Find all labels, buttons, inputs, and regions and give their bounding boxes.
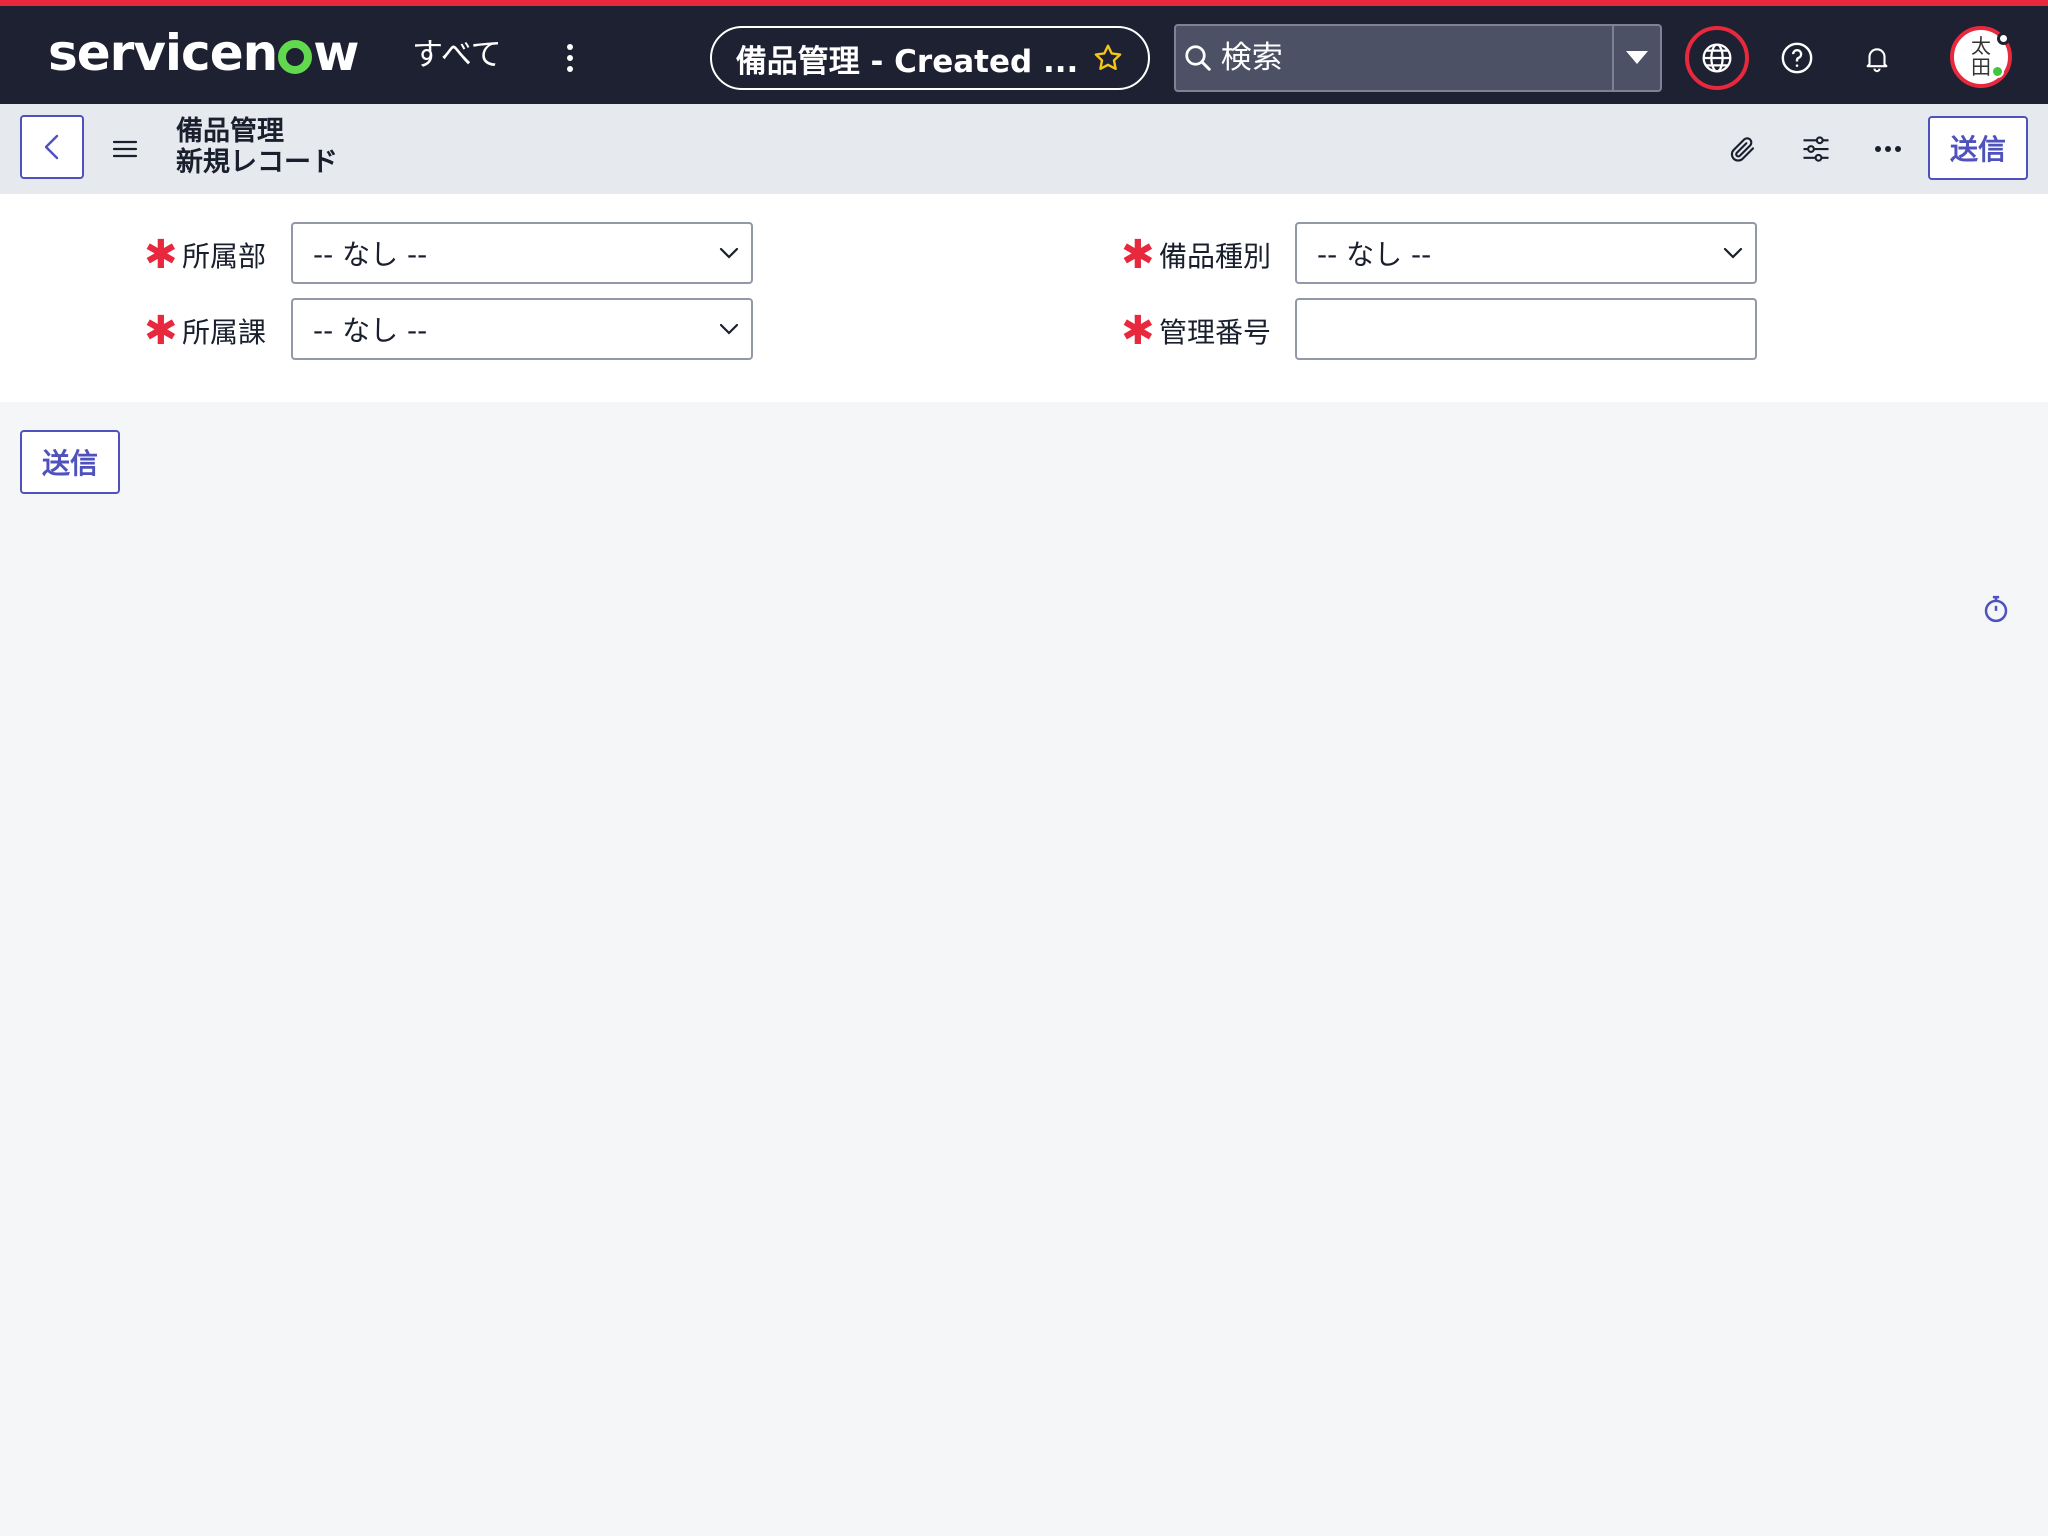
back-button[interactable] (20, 115, 84, 179)
field-department: ✱ 所属部 (144, 223, 266, 287)
department-select-value: -- なし -- (313, 238, 428, 271)
language-scope-button[interactable] (1685, 26, 1749, 90)
user-avatar[interactable]: 太 田 (1950, 26, 2012, 88)
stopwatch-icon[interactable] (1981, 594, 2011, 624)
required-asterisk-icon: ✱ (144, 308, 178, 354)
notifications-button[interactable] (1845, 26, 1909, 90)
star-outline-icon[interactable] (1092, 42, 1124, 74)
logo-text: servicen (48, 24, 278, 82)
help-button[interactable] (1765, 26, 1829, 90)
field-section: ✱ 所属課 (144, 299, 266, 363)
form-title: 備品管理 新規レコード (176, 116, 516, 178)
management-number-input[interactable] (1295, 298, 1757, 360)
more-actions-button[interactable] (1865, 126, 1911, 172)
help-icon (1781, 42, 1813, 74)
search-scope-dropdown[interactable] (1611, 26, 1660, 90)
chevron-down-icon (719, 247, 739, 259)
context-title: 備品管理 - Created ... (735, 43, 1079, 80)
section-select[interactable]: -- なし -- (291, 298, 753, 360)
form-body: ✱ 所属部 -- なし -- ✱ 所属課 -- なし -- ✱ 備品種別 -- … (0, 194, 2048, 402)
ellipsis-icon (1875, 146, 1901, 152)
field-equipment-type: ✱ 備品種別 (1121, 223, 1271, 287)
required-asterisk-icon: ✱ (1121, 232, 1155, 278)
field-management-number: ✱ 管理番号 (1121, 299, 1271, 363)
top-navigation-bar: servicen w すべて 備品管理 - Created ... 検索 太 田 (0, 0, 2048, 104)
global-search[interactable] (1174, 24, 1662, 92)
department-select[interactable]: -- なし -- (291, 222, 753, 284)
chevron-down-icon (1723, 247, 1743, 259)
servicenow-logo[interactable]: servicen w (48, 18, 359, 88)
status-ring-icon (1997, 32, 2010, 45)
field-label-section: 所属課 (182, 316, 267, 349)
submit-button-top[interactable]: 送信 (1928, 116, 2028, 180)
equipment-type-select[interactable]: -- なし -- (1295, 222, 1757, 284)
form-record-state: 新規レコード (176, 147, 338, 178)
hamburger-menu-icon[interactable] (108, 132, 142, 166)
form-table-name: 備品管理 (176, 116, 284, 147)
search-icon (1176, 26, 1221, 90)
field-label-management-number: 管理番号 (1159, 316, 1272, 349)
context-title-pill[interactable]: 備品管理 - Created ... (710, 26, 1150, 90)
form-header-bar: 備品管理 新規レコード 送信 (0, 104, 2048, 194)
required-asterisk-icon: ✱ (1121, 308, 1155, 354)
bell-icon (1866, 48, 1888, 73)
all-menu-button[interactable]: すべて (412, 32, 502, 78)
presence-indicator (1991, 65, 2004, 78)
sliders-icon (1803, 136, 1829, 162)
chevron-left-icon (44, 134, 59, 160)
required-asterisk-icon: ✱ (144, 232, 178, 278)
logo-o-ring (278, 40, 313, 74)
globe-icon (1702, 43, 1732, 73)
caret-down-icon (1625, 51, 1648, 64)
equipment-type-select-value: -- なし -- (1317, 238, 1432, 271)
chevron-down-icon (719, 323, 739, 335)
search-input[interactable] (1220, 26, 1612, 90)
field-label-equipment-type: 備品種別 (1159, 240, 1272, 273)
paperclip-icon (1730, 137, 1755, 162)
section-select-value: -- なし -- (313, 314, 428, 347)
more-menu-icon[interactable] (556, 38, 584, 78)
personalize-form-button[interactable] (1793, 126, 1839, 172)
submit-button-bottom[interactable]: 送信 (20, 430, 120, 494)
logo-text-end: w (313, 24, 359, 82)
attachment-button[interactable] (1720, 126, 1766, 172)
field-label-department: 所属部 (182, 240, 267, 273)
